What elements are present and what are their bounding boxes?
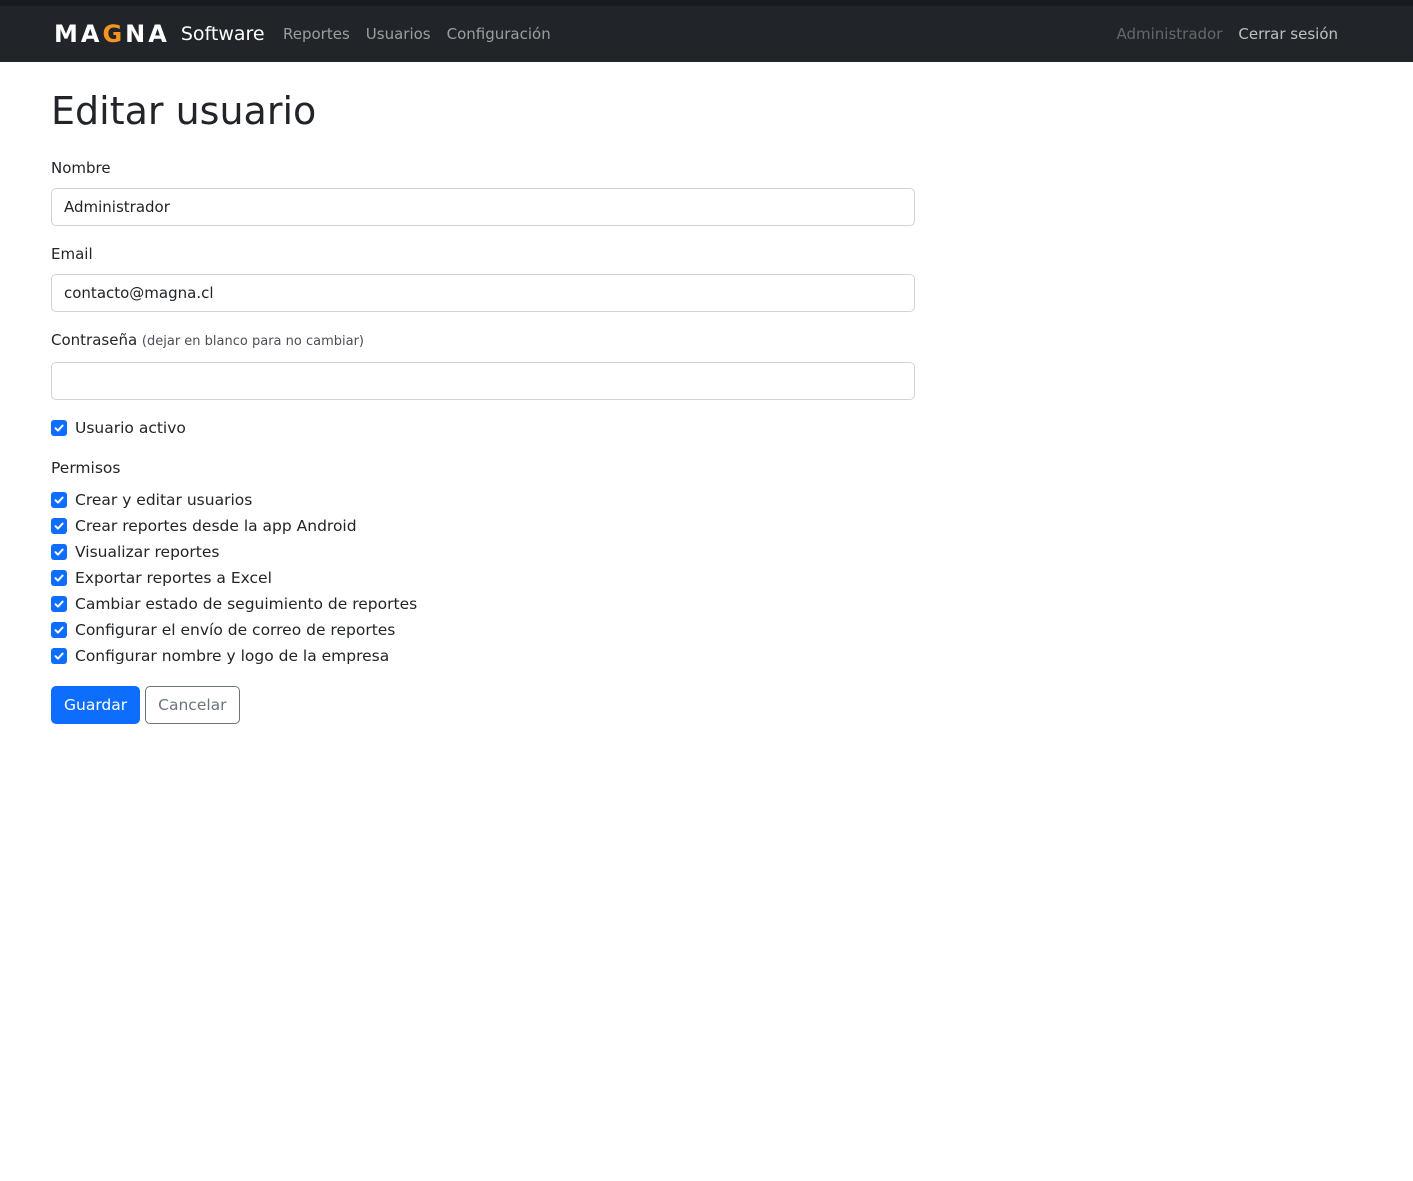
permissions-list: Crear y editar usuarios Crear reportes d… [51,487,915,669]
permission-checkbox[interactable] [51,648,67,664]
navbar: M A G N A Software Reportes Usuarios Con… [0,6,1413,62]
main-content: Editar usuario Nombre Email Contraseña (… [51,62,915,724]
permission-checkbox[interactable] [51,622,67,638]
password-label: Contraseña [51,331,138,349]
active-user-checkbox-row[interactable]: Usuario activo [51,415,915,441]
permission-checkbox[interactable] [51,570,67,586]
active-user-checkbox[interactable] [51,420,67,436]
save-button[interactable]: Guardar [51,686,141,724]
form-actions: Guardar Cancelar [51,686,915,724]
nav-link-configuracion[interactable]: Configuración [447,25,551,43]
name-label: Nombre [51,159,111,177]
magna-logo: M A G N A [54,20,170,48]
email-field-group: Email [51,244,915,312]
permission-label: Cambiar estado de seguimiento de reporte… [75,595,418,613]
check-icon [54,424,64,432]
check-icon [54,600,64,608]
permission-item[interactable]: Crear y editar usuarios [51,487,915,513]
permission-item[interactable]: Configurar nombre y logo de la empresa [51,643,915,669]
check-icon [54,626,64,634]
current-user-name: Administrador [1116,25,1223,43]
cancel-button[interactable]: Cancelar [145,686,240,724]
password-hint: (dejar en blanco para no cambiar) [141,334,364,349]
brand-text: Software [180,23,265,45]
permission-checkbox[interactable] [51,596,67,612]
check-icon [54,574,64,582]
email-label: Email [51,245,93,263]
page-title: Editar usuario [51,89,317,133]
permission-item[interactable]: Visualizar reportes [51,539,915,565]
password-input[interactable] [51,362,915,400]
check-icon [54,548,64,556]
brand[interactable]: M A G N A Software [54,6,265,62]
permission-checkbox[interactable] [51,544,67,560]
nav-link-usuarios[interactable]: Usuarios [366,25,431,43]
permission-label: Crear y editar usuarios [75,491,253,509]
nav-right: Administrador Cerrar sesión [1116,6,1338,62]
logout-link[interactable]: Cerrar sesión [1238,25,1338,43]
permission-label: Exportar reportes a Excel [75,569,272,587]
active-user-label: Usuario activo [75,419,186,437]
permission-item[interactable]: Configurar el envío de correo de reporte… [51,617,915,643]
permission-item[interactable]: Exportar reportes a Excel [51,565,915,591]
password-label-row: Contraseña (dejar en blanco para no camb… [51,330,915,352]
permission-checkbox[interactable] [51,492,67,508]
email-input[interactable] [51,274,915,312]
permission-label: Configurar el envío de correo de reporte… [75,621,396,639]
name-input[interactable] [51,188,915,226]
name-field-group: Nombre [51,158,915,226]
permission-item[interactable]: Crear reportes desde la app Android [51,513,915,539]
nav-links: Reportes Usuarios Configuración [283,6,567,62]
check-icon [54,522,64,530]
permission-item[interactable]: Cambiar estado de seguimiento de reporte… [51,591,915,617]
permission-checkbox[interactable] [51,518,67,534]
permission-label: Visualizar reportes [75,543,220,561]
permissions-title: Permisos [51,459,121,477]
check-icon [54,652,64,660]
permission-label: Crear reportes desde la app Android [75,517,357,535]
nav-link-reportes[interactable]: Reportes [283,25,350,43]
check-icon [54,496,64,504]
password-field-group: Contraseña (dejar en blanco para no camb… [51,330,915,400]
permission-label: Configurar nombre y logo de la empresa [75,647,390,665]
